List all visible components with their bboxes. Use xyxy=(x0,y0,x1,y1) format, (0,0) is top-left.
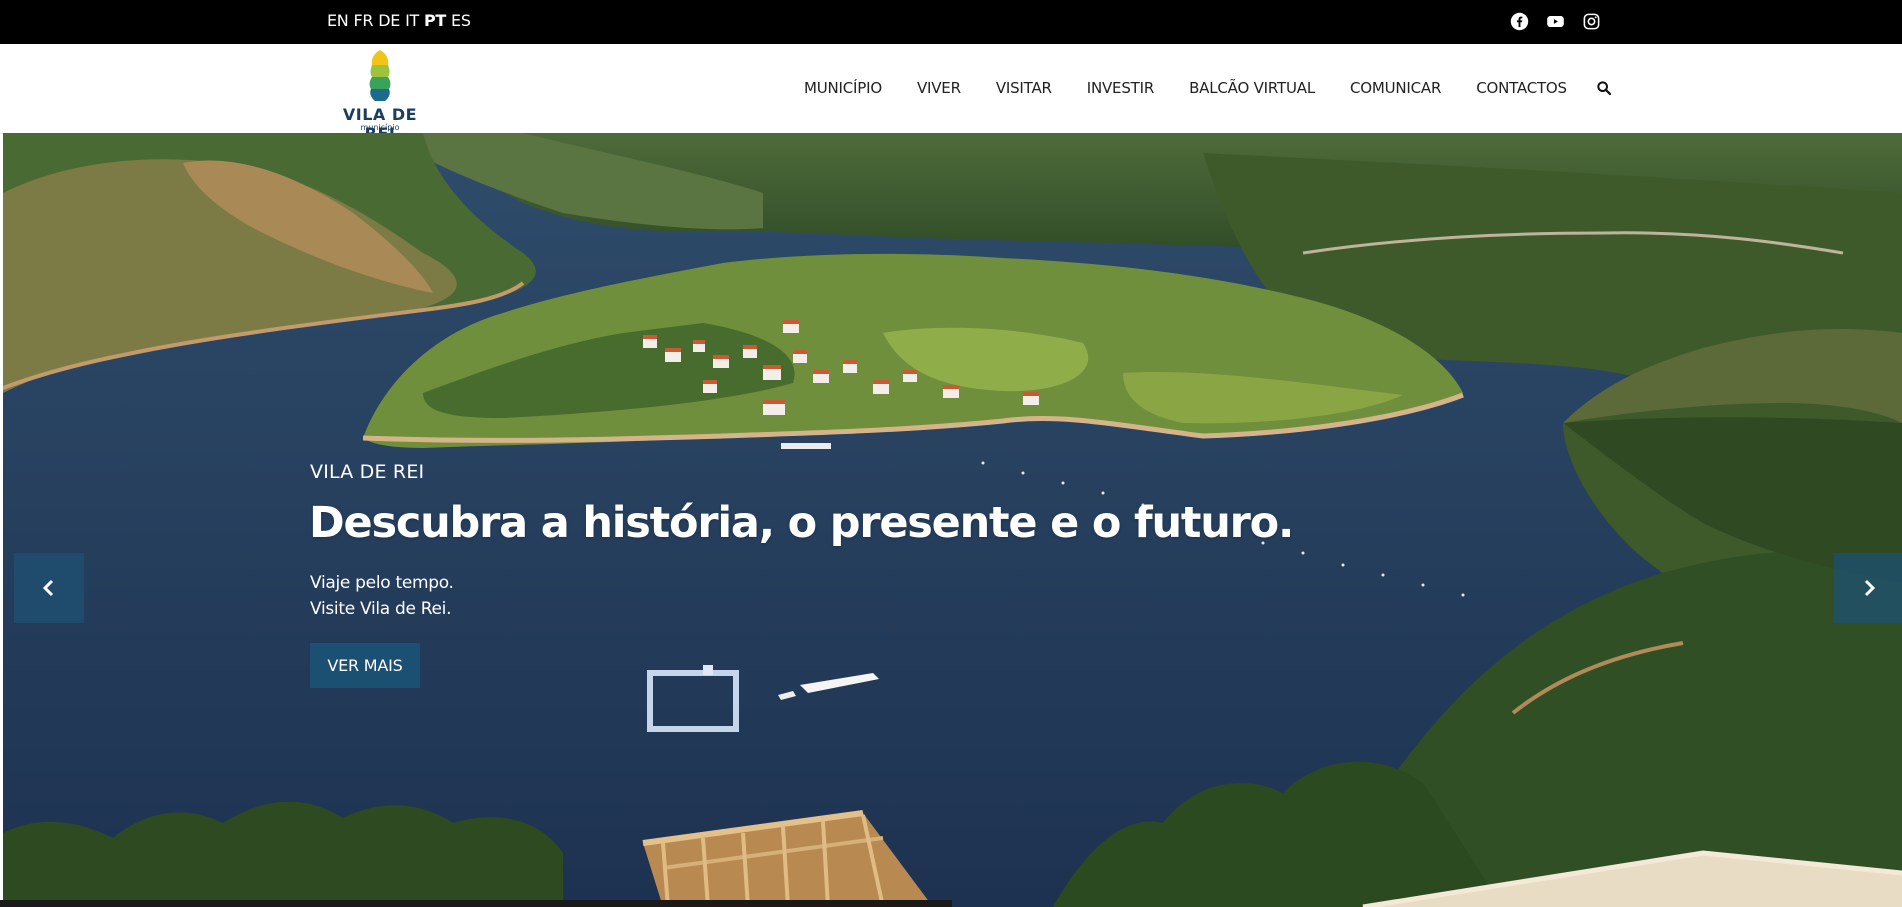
nav-item-visitar[interactable]: VISITAR xyxy=(996,79,1052,97)
instagram-icon[interactable] xyxy=(1582,12,1601,31)
language-selector: EN FR DE IT PT ES xyxy=(327,11,471,30)
search-icon[interactable] xyxy=(1596,80,1612,96)
ver-mais-button[interactable]: VER MAIS xyxy=(310,643,420,688)
nav-item-balcao-virtual[interactable]: BALCÃO VIRTUAL xyxy=(1189,79,1315,97)
hero-subtitle-line: Viaje pelo tempo. xyxy=(310,573,454,593)
social-links xyxy=(1510,12,1601,31)
facebook-icon[interactable] xyxy=(1510,12,1529,31)
hero-slider: VILA DE REI Descubra a história, o prese… xyxy=(3,133,1902,907)
slider-next-button[interactable] xyxy=(1834,553,1902,623)
lang-fr[interactable]: FR xyxy=(353,11,373,30)
nav-item-viver[interactable]: VIVER xyxy=(917,79,961,97)
site-header: VILA DE REI município MUNICÍPIO VIVER VI… xyxy=(0,44,1902,143)
logo-subtext: município xyxy=(360,123,400,132)
lang-it[interactable]: IT xyxy=(405,11,419,30)
site-logo[interactable]: VILA DE REI município xyxy=(330,50,430,143)
lang-es[interactable]: ES xyxy=(451,11,471,30)
slider-prev-button[interactable] xyxy=(14,553,84,623)
top-bar: EN FR DE IT PT ES xyxy=(0,0,1902,44)
hero-title: Descubra a história, o presente e o futu… xyxy=(309,498,1294,548)
youtube-icon[interactable] xyxy=(1546,12,1565,31)
nav-item-contactos[interactable]: CONTACTOS xyxy=(1476,79,1567,97)
hero-subtitle: Viaje pelo tempo. Visite Vila de Rei. xyxy=(310,570,454,622)
logo-mark-icon xyxy=(369,50,391,101)
nav-item-comunicar[interactable]: COMUNICAR xyxy=(1350,79,1441,97)
main-nav: MUNICÍPIO VIVER VISITAR INVESTIR BALCÃO … xyxy=(804,79,1612,97)
nav-item-municipio[interactable]: MUNICÍPIO xyxy=(804,79,882,97)
hero-subtitle-line: Visite Vila de Rei. xyxy=(310,599,452,619)
hero-eyebrow: VILA DE REI xyxy=(310,461,425,483)
bottom-strip xyxy=(0,900,952,907)
lang-en[interactable]: EN xyxy=(327,11,349,30)
nav-item-investir[interactable]: INVESTIR xyxy=(1087,79,1155,97)
lang-pt[interactable]: PT xyxy=(424,11,446,30)
chevron-left-icon xyxy=(42,579,54,597)
lang-de[interactable]: DE xyxy=(378,11,400,30)
chevron-right-icon xyxy=(1864,579,1876,597)
